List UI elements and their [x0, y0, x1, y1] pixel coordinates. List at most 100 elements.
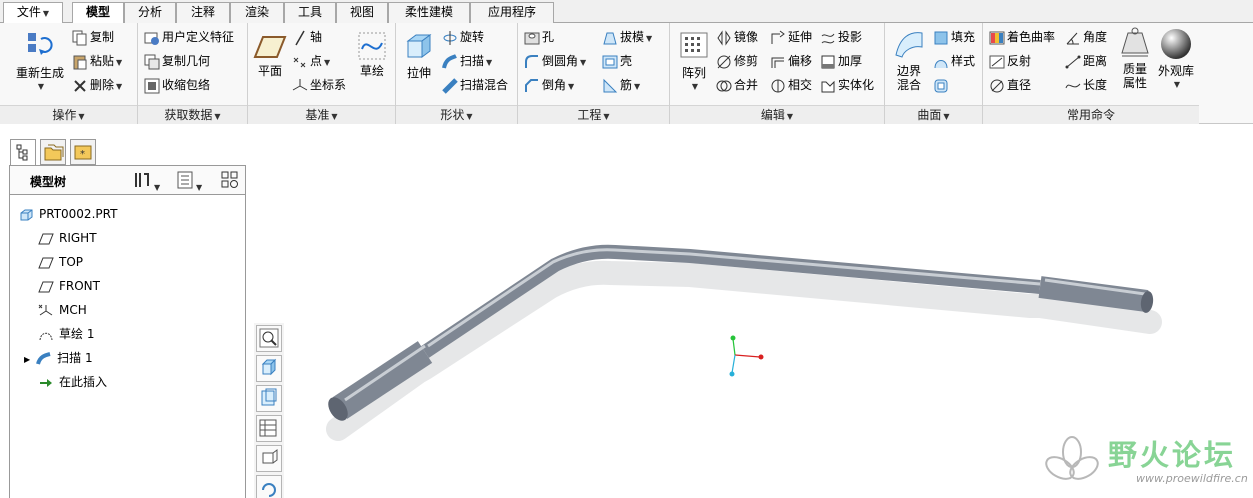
- diameter-label: 直径: [1007, 78, 1032, 92]
- group-footer-engineering[interactable]: 工程 ▼: [518, 105, 669, 124]
- tree-item-top[interactable]: TOP: [38, 252, 83, 272]
- swept-blend-button[interactable]: 扫描混合: [442, 74, 508, 96]
- delete-button[interactable]: 删除 ▼: [72, 74, 122, 96]
- thicken-button[interactable]: 加厚: [820, 50, 862, 72]
- tab-model-tree[interactable]: [10, 139, 36, 166]
- tab-tools[interactable]: 工具: [284, 2, 336, 23]
- tree-columns-button[interactable]: [220, 170, 240, 193]
- axis-button[interactable]: 轴: [292, 26, 322, 48]
- mirror-button[interactable]: 镜像: [716, 26, 758, 48]
- watermark-url: www.proewildfire.cn: [1136, 472, 1248, 485]
- expand-arrow-icon[interactable]: ▶: [24, 355, 30, 364]
- style-button[interactable]: 样式: [933, 50, 975, 72]
- pattern-label: 阵列: [681, 66, 706, 80]
- tab-annotate[interactable]: 注释: [176, 2, 230, 23]
- chevron-down-icon: ▼: [42, 9, 50, 18]
- tab-folder-browser[interactable]: [40, 139, 66, 165]
- chamfer-button[interactable]: 倒角 ▼: [524, 74, 574, 96]
- solidify-icon: [821, 80, 835, 92]
- pattern-icon: [680, 32, 708, 58]
- freestyle-button[interactable]: [933, 74, 951, 96]
- group-footer-datum[interactable]: 基准 ▼: [248, 105, 395, 124]
- group-footer-operations[interactable]: 操作 ▼: [0, 105, 137, 124]
- chevron-down-icon: ▼: [37, 82, 45, 91]
- shade-curvature-button[interactable]: 着色曲率: [989, 26, 1055, 48]
- boundary-blend-label-line2: 混合: [896, 78, 921, 92]
- group-engineering: 孔 倒圆角 ▼ 倒角 ▼ 拔模 ▼ 壳 筋 ▼ 工程 ▼: [518, 23, 670, 124]
- regenerate-icon: [28, 33, 53, 55]
- group-footer-get-data[interactable]: 获取数据 ▼: [138, 105, 247, 124]
- tab-applications[interactable]: 应用程序: [470, 2, 554, 23]
- tab-model[interactable]: 模型: [72, 2, 124, 24]
- appearance-sphere-icon: [1161, 29, 1191, 59]
- sweep-button[interactable]: 扫描 ▼: [442, 50, 492, 72]
- trim-button[interactable]: 修剪: [716, 50, 758, 72]
- file-menu[interactable]: 文件 ▼: [3, 2, 63, 23]
- group-footer-shapes[interactable]: 形状 ▼: [396, 105, 517, 124]
- fill-button[interactable]: 填充: [933, 26, 975, 48]
- copy-button[interactable]: 复制: [72, 26, 114, 48]
- tree-item-part[interactable]: PRT0002.PRT: [18, 204, 117, 224]
- length-button[interactable]: 长度: [1065, 74, 1107, 96]
- tree-settings-button[interactable]: ▼: [132, 170, 160, 193]
- csys-button[interactable]: 坐标系: [292, 74, 346, 96]
- draft-button[interactable]: 拔模 ▼: [602, 26, 652, 48]
- tab-view[interactable]: 视图: [336, 2, 388, 23]
- copy-geometry-button[interactable]: 复制几何: [144, 50, 210, 72]
- model-tree-title: 模型树: [30, 175, 67, 189]
- swept-blend-label: 扫描混合: [460, 78, 509, 92]
- flower-logo-icon: [1045, 436, 1099, 480]
- diameter-icon: [990, 79, 1004, 92]
- tab-favorites[interactable]: *: [70, 139, 96, 165]
- plane-button[interactable]: 平面: [252, 31, 288, 78]
- round-button[interactable]: 倒圆角 ▼: [524, 50, 586, 72]
- diameter-button[interactable]: 直径: [989, 74, 1031, 96]
- point-button[interactable]: 点 ▼: [292, 50, 330, 72]
- project-button[interactable]: 投影: [820, 26, 862, 48]
- merge-button[interactable]: 合并: [716, 74, 758, 96]
- appearance-gallery-button[interactable]: 外观库 ▼: [1155, 27, 1197, 92]
- group-footer-surfaces[interactable]: 曲面 ▼: [885, 105, 982, 124]
- reflection-button[interactable]: 反射: [989, 50, 1031, 72]
- regenerate-button[interactable]: 重新生成 ▼: [12, 29, 68, 94]
- rib-button[interactable]: 筋 ▼: [602, 74, 640, 96]
- tree-item-sketch[interactable]: 草绘 1: [38, 324, 94, 344]
- tab-flexible-modeling[interactable]: 柔性建模: [388, 2, 470, 23]
- tree-item-label: 在此插入: [59, 375, 108, 389]
- pattern-button[interactable]: 阵列 ▼: [674, 29, 714, 94]
- udf-button[interactable]: 用户定义特征: [144, 26, 234, 48]
- tab-render[interactable]: 渲染: [230, 2, 284, 23]
- group-footer-editing[interactable]: 编辑 ▼: [670, 105, 884, 124]
- shell-button[interactable]: 壳: [602, 50, 632, 72]
- boundary-blend-icon: [895, 32, 923, 58]
- boundary-blend-button[interactable]: 边界 混合: [889, 27, 929, 92]
- paste-button[interactable]: 粘贴 ▼: [72, 50, 122, 72]
- revolve-button[interactable]: 旋转: [442, 26, 484, 48]
- fill-label: 填充: [951, 30, 976, 44]
- shrinkwrap-button[interactable]: 收缩包络: [144, 74, 210, 96]
- tree-item-front[interactable]: FRONT: [38, 276, 100, 296]
- sketch-icon: [358, 32, 386, 60]
- angle-button[interactable]: 角度: [1065, 26, 1107, 48]
- group-datum: 平面 轴 点 ▼ 坐标系 草绘 基准 ▼: [248, 23, 396, 124]
- solidify-button[interactable]: 实体化: [820, 74, 874, 96]
- tree-item-sweep[interactable]: ▶ 扫描 1: [24, 348, 93, 368]
- tree-show-button[interactable]: ▼: [176, 170, 202, 193]
- offset-button[interactable]: 偏移: [770, 50, 812, 72]
- get-data-footer-label: 获取数据: [164, 108, 213, 122]
- intersect-button[interactable]: 相交: [770, 74, 812, 96]
- mirror-icon: [717, 29, 731, 46]
- distance-button[interactable]: 距离: [1065, 50, 1107, 72]
- tree-item-right[interactable]: RIGHT: [38, 228, 97, 248]
- sketch-button[interactable]: 草绘: [354, 31, 390, 78]
- extrude-button[interactable]: 拉伸: [400, 29, 438, 80]
- tree-item-insert-here[interactable]: 在此插入: [38, 372, 107, 392]
- tab-analysis[interactable]: 分析: [124, 2, 176, 23]
- hole-button[interactable]: 孔: [524, 26, 554, 48]
- tree-item-csys[interactable]: MCH: [38, 300, 87, 320]
- extend-button[interactable]: 延伸: [770, 26, 812, 48]
- group-common-commands: 着色曲率 反射 直径 角度 距离 长度 质量 属性 外观库 ▼ 常用命令: [983, 23, 1199, 124]
- chevron-down-icon: ▼: [116, 58, 123, 67]
- length-label: 长度: [1083, 78, 1108, 92]
- mass-properties-button[interactable]: 质量 属性: [1117, 25, 1153, 90]
